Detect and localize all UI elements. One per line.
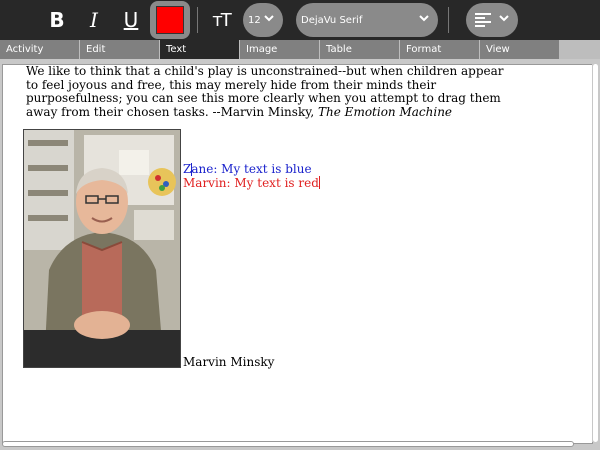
chevron-down-icon xyxy=(264,15,274,22)
toolbar-separator xyxy=(448,7,449,33)
toolbar: B I U ᴛT 12 DejaVu Serif xyxy=(0,0,600,40)
horizontal-scrollbar[interactable] xyxy=(2,441,574,447)
font-family-value: DejaVu Serif xyxy=(301,14,363,26)
chevron-down-icon xyxy=(499,15,509,22)
underline-button[interactable]: U xyxy=(115,3,147,37)
portrait-illustration xyxy=(24,130,180,367)
tab-view[interactable]: View xyxy=(480,40,560,59)
font-size-value: 12 xyxy=(248,14,261,26)
toolbar-separator xyxy=(197,7,198,33)
red-line-text: Marvin: My text is red xyxy=(183,176,319,190)
vertical-scroll-thumb[interactable] xyxy=(593,64,598,442)
alignment-select[interactable] xyxy=(466,3,518,37)
photo-caption[interactable]: Marvin Minsky xyxy=(183,355,274,369)
tab-bar: Activity Edit Text Image Table Format Vi… xyxy=(0,40,600,59)
tab-format[interactable]: Format xyxy=(400,40,480,59)
tab-table[interactable]: Table xyxy=(320,40,400,59)
chevron-down-icon xyxy=(419,15,429,22)
color-swatch xyxy=(156,6,184,34)
document-canvas[interactable]: We like to think that a child's play is … xyxy=(2,64,593,444)
quote-source: The Emotion Machine xyxy=(318,104,453,119)
italic-button[interactable]: I xyxy=(78,3,110,37)
red-cursor xyxy=(318,176,320,189)
font-size-select[interactable]: 12 xyxy=(243,3,283,37)
blue-text-line[interactable]: Zane: My text is blue xyxy=(183,162,312,176)
tab-image[interactable]: Image xyxy=(240,40,320,59)
text-color-button[interactable] xyxy=(150,1,190,39)
tab-activity[interactable]: Activity xyxy=(0,40,80,59)
vertical-scrollbar[interactable] xyxy=(592,64,598,442)
text-size-icon[interactable]: ᴛT xyxy=(205,3,237,37)
align-left-icon xyxy=(475,13,491,27)
bold-button[interactable]: B xyxy=(41,3,73,37)
tab-text[interactable]: Text xyxy=(160,40,240,59)
photo-image[interactable] xyxy=(23,129,181,368)
red-text-line[interactable]: Marvin: My text is red xyxy=(183,176,320,190)
font-family-select[interactable]: DejaVu Serif xyxy=(296,3,438,37)
blue-cursor xyxy=(191,163,192,176)
quote-paragraph[interactable]: We like to think that a child's play is … xyxy=(26,65,506,119)
blue-line-text: Zane: My text is blue xyxy=(183,162,312,176)
tab-edit[interactable]: Edit xyxy=(80,40,160,59)
